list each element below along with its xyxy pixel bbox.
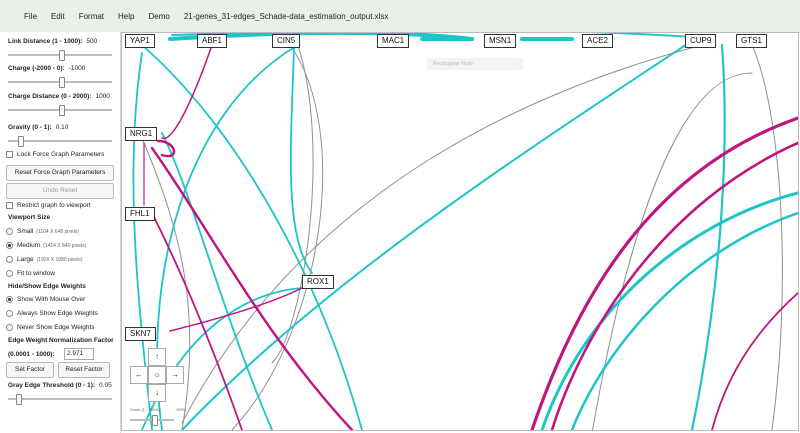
edge-abf1-nrg1[interactable] bbox=[161, 44, 213, 140]
menu-demo[interactable]: Demo bbox=[148, 12, 169, 21]
edges-layer bbox=[132, 33, 798, 430]
graph-canvas[interactable]: YAP1 ABF1 CIN5 MAC1 MSN1 ACE2 CUP9 GTS1 … bbox=[121, 32, 799, 431]
zoom-label: Zoom (1 - 200%): bbox=[130, 407, 162, 412]
edge-cyan-6[interactable] bbox=[181, 36, 699, 430]
pan-right-icon[interactable]: → bbox=[166, 366, 184, 384]
node-yap1[interactable]: YAP1 bbox=[125, 34, 155, 48]
restrict-viewport-checkbox[interactable]: Restrict graph to viewport bbox=[6, 202, 91, 209]
slider-thumb[interactable] bbox=[59, 50, 65, 61]
node-cup9[interactable]: CUP9 bbox=[685, 34, 717, 48]
menu-format[interactable]: Format bbox=[79, 12, 104, 21]
edge-gray-1[interactable] bbox=[231, 44, 324, 430]
menu-edit[interactable]: Edit bbox=[51, 12, 65, 21]
charge-distance-label: Charge Distance (0 - 2000): 1000 bbox=[8, 93, 110, 100]
gravity-label: Gravity (0 - 1): 0.10 bbox=[8, 124, 69, 131]
menu-help[interactable]: Help bbox=[118, 12, 134, 21]
node-gts1[interactable]: GTS1 bbox=[736, 34, 767, 48]
edge-weights-title: Hide/Show Edge Weights bbox=[8, 283, 86, 290]
slider-thumb[interactable] bbox=[152, 415, 158, 426]
pan-left-icon[interactable]: ← bbox=[130, 366, 148, 384]
reset-force-params-button[interactable]: Reset Force Graph Parameters bbox=[6, 165, 114, 181]
viewport-fit-radio[interactable]: Fit to window bbox=[6, 270, 55, 277]
node-mac1[interactable]: MAC1 bbox=[377, 34, 410, 48]
link-distance-label: Link Distance (1 - 1000): 500 bbox=[8, 38, 98, 45]
pan-up-icon[interactable]: ↑ bbox=[148, 348, 166, 366]
charge-slider[interactable] bbox=[8, 77, 112, 88]
normalization-input[interactable]: 2.971 bbox=[64, 348, 94, 360]
slider-thumb[interactable] bbox=[59, 105, 65, 116]
node-rox1[interactable]: ROX1 bbox=[302, 275, 334, 289]
viewport-large-radio[interactable]: Large (1920 X 1080 pixels) bbox=[6, 256, 83, 263]
file-name: 21-genes_31-edges_Schade-data_estimation… bbox=[183, 11, 389, 21]
zoom-slider[interactable] bbox=[130, 415, 174, 426]
weights-always-radio[interactable]: Always Show Edge Weights bbox=[6, 310, 98, 317]
node-ace2[interactable]: ACE2 bbox=[582, 34, 613, 48]
zoom-value: 100% bbox=[176, 407, 187, 412]
gravity-slider[interactable] bbox=[8, 136, 112, 147]
weights-mouseover-radio[interactable]: Show With Mouse Over bbox=[6, 296, 85, 303]
slider-thumb[interactable] bbox=[16, 394, 22, 405]
control-panel: Link Distance (1 - 1000): 500 Charge (-20… bbox=[0, 32, 121, 433]
center-icon[interactable]: ☼ bbox=[148, 366, 166, 384]
navigation-control: ↑ ← ☼ → ↓ bbox=[130, 348, 184, 424]
link-distance-slider[interactable] bbox=[8, 50, 112, 61]
slider-thumb[interactable] bbox=[59, 77, 65, 88]
hover-tooltip: Rectangular Node bbox=[427, 58, 523, 70]
set-factor-button[interactable]: Set Factor bbox=[6, 362, 54, 378]
menu-bar: File Edit Format Help Demo 21-genes_31-e… bbox=[0, 0, 800, 33]
reset-factor-button[interactable]: Reset Factor bbox=[58, 362, 110, 378]
normalization-range: (0.0001 - 1000): bbox=[8, 351, 55, 358]
node-msn1[interactable]: MSN1 bbox=[484, 34, 517, 48]
node-abf1[interactable]: ABF1 bbox=[197, 34, 228, 48]
undo-reset-button[interactable]: Undo Reset bbox=[6, 183, 114, 199]
gray-threshold-label: Gray Edge Threshold (0 - 1): 0.05 bbox=[8, 382, 112, 389]
charge-label: Charge (-2000 - 0): -1000 bbox=[8, 65, 86, 72]
edge-gray-3[interactable] bbox=[181, 44, 703, 424]
viewport-medium-radio[interactable]: Medium (1414 X 840 pixels) bbox=[6, 242, 86, 249]
slider-thumb[interactable] bbox=[18, 136, 24, 147]
lock-params-checkbox[interactable]: Lock Force Graph Parameters bbox=[6, 151, 104, 158]
weights-never-radio[interactable]: Never Show Edge Weights bbox=[6, 324, 95, 331]
viewport-size-title: Viewport Size bbox=[8, 214, 51, 221]
edge-gray-4[interactable] bbox=[751, 44, 783, 430]
edge-gray-5[interactable] bbox=[592, 72, 753, 430]
gray-threshold-slider[interactable] bbox=[8, 394, 112, 405]
menu-file[interactable]: File bbox=[24, 12, 37, 21]
charge-distance-slider[interactable] bbox=[8, 105, 112, 116]
normalization-title: Edge Weight Normalization Factor bbox=[8, 337, 114, 344]
node-skn7[interactable]: SKN7 bbox=[125, 327, 156, 341]
viewport-small-radio[interactable]: Small (1104 X 648 pixels) bbox=[6, 228, 79, 235]
node-cin5[interactable]: CIN5 bbox=[272, 34, 301, 48]
node-nrg1[interactable]: NRG1 bbox=[125, 127, 158, 141]
edge-magenta-big-3[interactable] bbox=[711, 292, 798, 430]
node-fhl1[interactable]: FHL1 bbox=[125, 207, 155, 221]
pan-down-icon[interactable]: ↓ bbox=[148, 384, 166, 402]
